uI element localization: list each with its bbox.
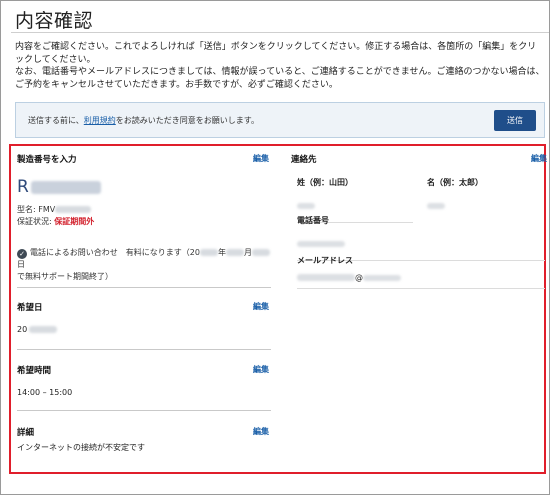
support-year-redacted <box>199 249 218 256</box>
support-text-a: 電話によるお問い合わせ 有料になります（20 <box>30 248 200 257</box>
details-section: 詳細 編集 インターネットの接続が不安定です <box>17 424 271 453</box>
last-name-redacted <box>297 202 315 209</box>
intro-text: 内容をご確認ください。これでよろしければ「送信」ボタンをクリックしてください。修… <box>15 41 545 91</box>
contact-section-header: 連絡先 編集 <box>291 151 547 165</box>
field-divider <box>297 288 545 289</box>
email-label: メールアドレス <box>297 256 353 265</box>
model-redacted <box>55 206 92 213</box>
support-text-d: 日 <box>17 260 25 269</box>
warranty-status: 保証状況: 保証期間外 <box>17 216 94 227</box>
last-name-value <box>297 195 413 214</box>
confirmation-page: 内容確認 内容をご確認ください。これでよろしければ「送信」ボタンをクリックしてく… <box>0 0 550 495</box>
warranty-value: 保証期間外 <box>54 217 95 226</box>
section-divider <box>17 410 271 411</box>
support-text-c: 月 <box>243 248 252 257</box>
email-local-redacted <box>297 274 355 281</box>
intro-line-1: 内容をご確認ください。これでよろしければ「送信」ボタンをクリックしてください。修… <box>15 42 537 65</box>
date-section-header: 希望日 編集 <box>17 299 271 313</box>
edit-date-link[interactable]: 編集 <box>253 301 269 312</box>
serial-prefix: R <box>17 177 29 197</box>
page-title: 内容確認 <box>15 10 94 32</box>
edit-contact-link[interactable]: 編集 <box>531 153 547 164</box>
support-status: ✓ 電話によるお問い合わせ 有料になります（20 年 月日で無料サポート期間終了） <box>17 247 271 283</box>
model-prefix: 型名: FMV <box>17 205 56 214</box>
edit-time-link[interactable]: 編集 <box>253 364 269 375</box>
support-month-redacted <box>225 249 244 256</box>
send-button[interactable]: 送信 <box>494 110 536 131</box>
email-value: @ <box>297 273 545 282</box>
terms-notice-box: 送信する前に、利用規約をお読みいただき同意をお願いします。 送信 <box>15 102 545 138</box>
details-label: 詳細 <box>17 428 35 438</box>
first-name-redacted <box>427 202 445 209</box>
notice-text-after: をお読みいただき同意をお願いします。 <box>115 116 259 125</box>
email-domain-redacted <box>363 274 401 281</box>
product-section-header: 製造番号を入力 編集 <box>17 151 271 165</box>
serial-number: R <box>17 177 101 197</box>
section-divider <box>17 287 271 288</box>
date-redacted <box>29 326 58 333</box>
contact-section-label: 連絡先 <box>291 155 317 165</box>
date-section: 希望日 編集 20 <box>17 299 271 334</box>
edit-product-link[interactable]: 編集 <box>253 153 269 164</box>
time-section-header: 希望時間 編集 <box>17 362 271 376</box>
time-section: 希望時間 編集 14:00 – 15:00 <box>17 362 271 397</box>
left-column: 製造番号を入力 編集 R 型名: FMV 保証状況: 保証期間外 ✓ 電話によるお… <box>17 151 271 452</box>
support-day-redacted <box>251 249 270 256</box>
email-at: @ <box>355 273 363 282</box>
section-divider <box>17 349 271 350</box>
email-field: メールアドレス @ <box>297 255 545 289</box>
phone-label: 電話番号 <box>297 216 329 225</box>
phone-redacted <box>297 240 345 247</box>
product-section-label: 製造番号を入力 <box>17 155 77 165</box>
edit-details-link[interactable]: 編集 <box>253 426 269 437</box>
date-value: 20 <box>17 325 271 334</box>
time-label: 希望時間 <box>17 366 52 376</box>
notice-text-before: 送信する前に、 <box>28 116 84 125</box>
details-value: インターネットの接続が不安定です <box>17 443 145 452</box>
first-name-label: 名（例：太郎） <box>427 178 483 187</box>
phone-value <box>297 233 545 252</box>
support-text-b: 年 <box>217 248 226 257</box>
check-circle-icon: ✓ <box>17 249 27 259</box>
title-divider <box>11 32 549 33</box>
first-name-value <box>427 195 545 214</box>
last-name-label: 姓（例：山田） <box>297 178 353 187</box>
model-name: 型名: FMV <box>17 204 92 215</box>
warranty-label: 保証状況: <box>17 217 55 226</box>
support-text-e: で無料サポート期間終了） <box>17 272 113 281</box>
details-section-header: 詳細 編集 <box>17 424 271 438</box>
serial-redacted <box>30 180 101 194</box>
terms-link[interactable]: 利用規約 <box>84 116 116 125</box>
date-label: 希望日 <box>17 303 43 313</box>
right-column: 連絡先 編集 姓（例：山田） 名（例：太郎） 電話番号 メールアドレス @ <box>291 151 547 289</box>
time-value: 14:00 – 15:00 <box>17 388 73 397</box>
date-value-prefix: 20 <box>17 325 28 334</box>
first-name-field: 名（例：太郎） <box>427 177 545 214</box>
terms-notice-text: 送信する前に、利用規約をお読みいただき同意をお願いします。 <box>28 115 259 126</box>
intro-line-2: なお、電話番号やメールアドレスにつきましては、情報が誤っていると、ご連絡すること… <box>15 67 545 90</box>
